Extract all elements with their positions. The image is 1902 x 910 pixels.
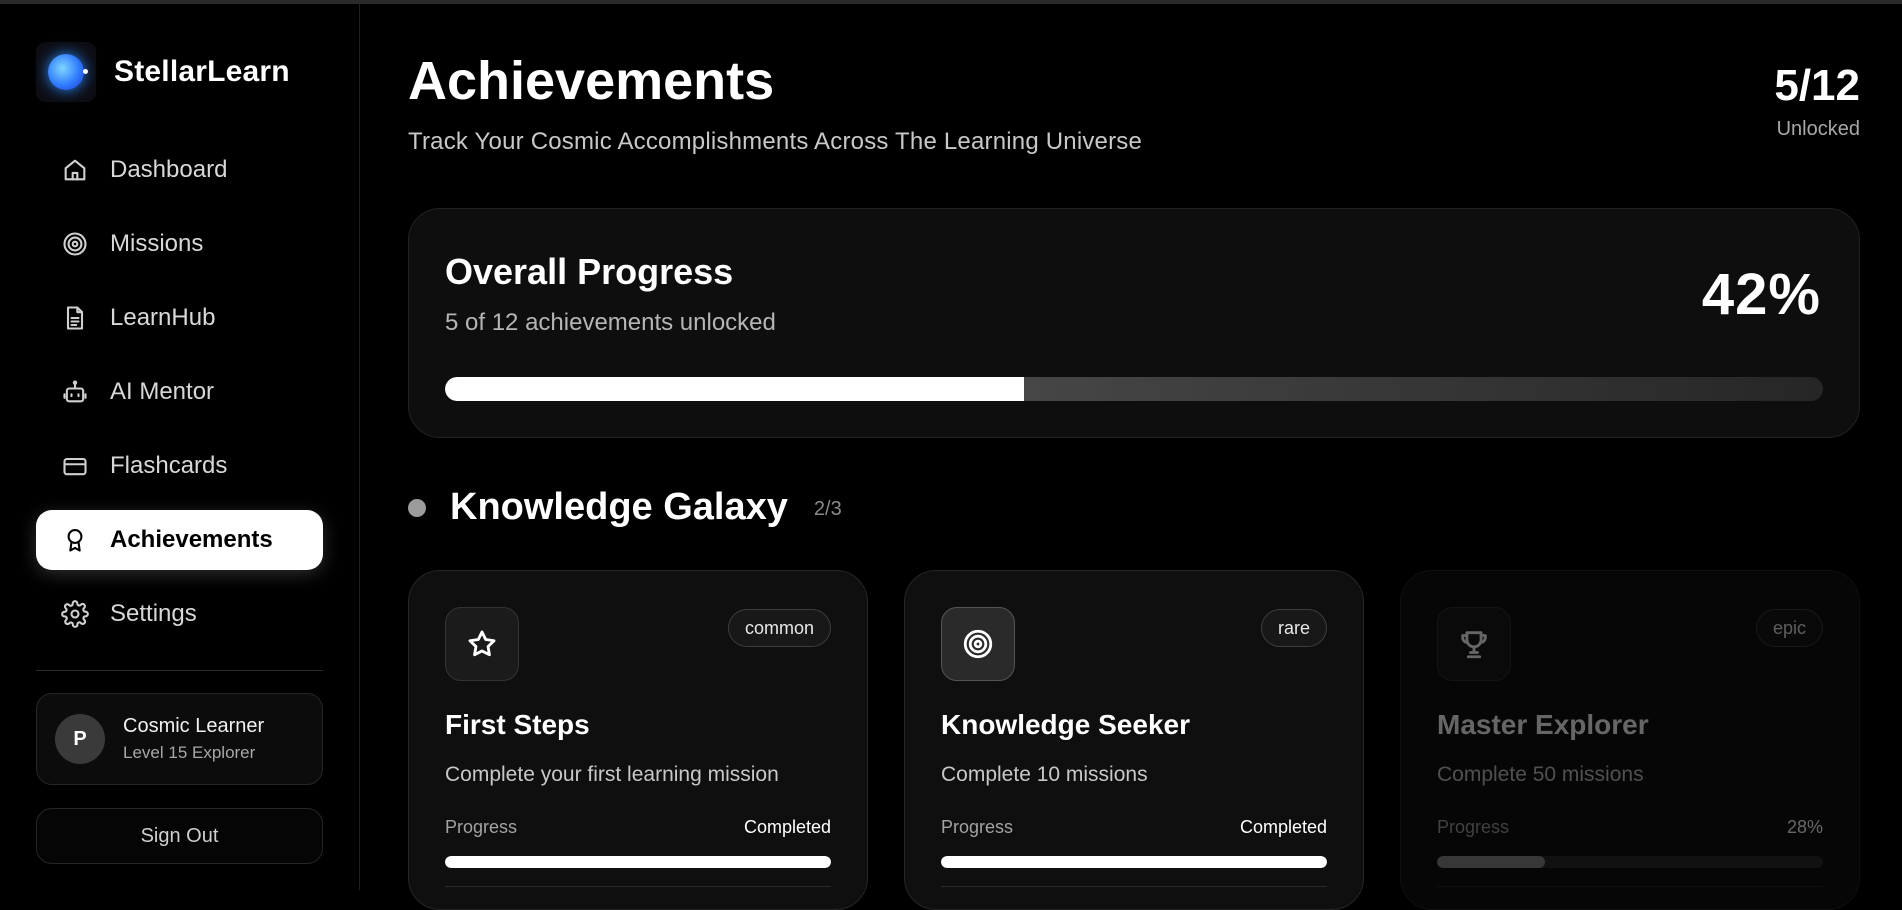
overall-progress-subtitle: 5 of 12 achievements unlocked bbox=[445, 309, 776, 336]
achievement-title: Master Explorer bbox=[1437, 709, 1649, 740]
achievement-title: First Steps bbox=[445, 709, 590, 740]
target-icon bbox=[60, 229, 90, 259]
achievement-title: Knowledge Seeker bbox=[941, 709, 1190, 740]
sidebar-item-label: Achievements bbox=[110, 526, 273, 553]
logo-icon bbox=[36, 42, 96, 102]
overall-progress-title: Overall Progress bbox=[445, 251, 734, 292]
achievement-progress-fill bbox=[445, 856, 831, 868]
overall-progress-fill bbox=[445, 377, 1024, 401]
achievement-progress-bar bbox=[445, 856, 831, 868]
sidebar-item-settings[interactable]: Settings bbox=[36, 584, 323, 644]
card-divider bbox=[941, 886, 1327, 887]
rarity-badge: rare bbox=[1260, 609, 1327, 647]
rarity-badge: common bbox=[727, 609, 831, 647]
achievement-progress-bar bbox=[941, 856, 1327, 868]
achievement-progress-fill bbox=[941, 856, 1327, 868]
sidebar-item-achievements[interactable]: Achievements bbox=[36, 510, 323, 570]
sidebar-nav: Dashboard Missions LearnHub AI Mentor Fl… bbox=[36, 140, 323, 658]
progress-label: Progress bbox=[1437, 817, 1510, 837]
award-icon bbox=[60, 525, 90, 555]
overall-progress-card: Overall Progress 5 of 12 achievements un… bbox=[408, 208, 1860, 438]
document-icon bbox=[60, 303, 90, 333]
achievement-description: Complete 50 missions bbox=[1437, 763, 1644, 786]
user-name: Cosmic Learner bbox=[123, 715, 265, 737]
sidebar-item-label: Missions bbox=[110, 230, 204, 257]
sidebar-item-label: AI Mentor bbox=[110, 378, 215, 405]
achievement-cards: common First Steps Complete your first l… bbox=[408, 570, 1860, 910]
gear-icon bbox=[60, 599, 90, 629]
card-divider bbox=[1437, 886, 1823, 887]
user-level: Level 15 Explorer bbox=[123, 743, 256, 762]
sidebar: StellarLearn Dashboard Missions LearnHub… bbox=[0, 4, 360, 890]
progress-value: Completed bbox=[1239, 817, 1327, 837]
brand[interactable]: StellarLearn bbox=[36, 42, 290, 102]
star-icon bbox=[445, 607, 519, 681]
sidebar-item-label: Dashboard bbox=[110, 156, 228, 183]
sidebar-item-missions[interactable]: Missions bbox=[36, 214, 323, 274]
home-icon bbox=[60, 155, 90, 185]
sidebar-item-dashboard[interactable]: Dashboard bbox=[36, 140, 323, 200]
achievement-card-knowledge-seeker[interactable]: rare Knowledge Seeker Complete 10 missio… bbox=[904, 570, 1364, 910]
target-icon bbox=[941, 607, 1015, 681]
achievement-description: Complete your first learning mission bbox=[445, 763, 779, 786]
sidebar-item-flashcards[interactable]: Flashcards bbox=[36, 436, 323, 496]
avatar: P bbox=[55, 714, 105, 764]
app-name: StellarLearn bbox=[114, 55, 290, 88]
achievement-description: Complete 10 missions bbox=[941, 763, 1148, 786]
sidebar-divider bbox=[36, 670, 323, 671]
sidebar-item-label: LearnHub bbox=[110, 304, 216, 331]
user-profile-card[interactable]: P Cosmic Learner Level 15 Explorer bbox=[36, 693, 323, 785]
user-info: Cosmic Learner Level 15 Explorer bbox=[123, 715, 264, 763]
unlocked-summary: 5/12 Unlocked bbox=[1774, 64, 1860, 141]
main-content: Achievements Track Your Cosmic Accomplis… bbox=[408, 0, 1860, 910]
section-dot-icon bbox=[408, 498, 426, 517]
sidebar-item-ai-mentor[interactable]: AI Mentor bbox=[36, 362, 323, 422]
unlocked-label: Unlocked bbox=[1776, 118, 1860, 140]
trophy-icon bbox=[1437, 607, 1511, 681]
achievement-progress-bar bbox=[1437, 856, 1823, 868]
sign-out-button[interactable]: Sign Out bbox=[36, 808, 323, 864]
sidebar-item-label: Settings bbox=[110, 600, 197, 627]
page-subtitle: Track Your Cosmic Accomplishments Across… bbox=[408, 128, 1143, 155]
achievement-progress-fill bbox=[1437, 856, 1546, 868]
progress-value: Completed bbox=[743, 817, 831, 837]
achievement-card-first-steps[interactable]: common First Steps Complete your first l… bbox=[408, 570, 868, 910]
sidebar-item-label: Flashcards bbox=[110, 452, 228, 479]
overall-progress-percent: 42% bbox=[1701, 262, 1821, 327]
overall-progress-bar bbox=[445, 377, 1823, 401]
robot-icon bbox=[60, 377, 90, 407]
section-title: Knowledge Galaxy bbox=[450, 486, 788, 528]
rarity-badge: epic bbox=[1755, 609, 1823, 647]
progress-label: Progress bbox=[941, 817, 1014, 837]
page-title: Achievements bbox=[408, 51, 775, 111]
sidebar-item-learnhub[interactable]: LearnHub bbox=[36, 288, 323, 348]
progress-value: 28% bbox=[1786, 817, 1823, 837]
progress-label: Progress bbox=[445, 817, 518, 837]
section-header: Knowledge Galaxy 2/3 bbox=[408, 486, 842, 529]
unlocked-count: 5/12 bbox=[1774, 61, 1860, 110]
section-count: 2/3 bbox=[813, 498, 842, 520]
card-icon bbox=[60, 451, 90, 481]
achievement-card-master-explorer[interactable]: epic Master Explorer Complete 50 mission… bbox=[1400, 570, 1860, 910]
card-divider bbox=[445, 886, 831, 887]
